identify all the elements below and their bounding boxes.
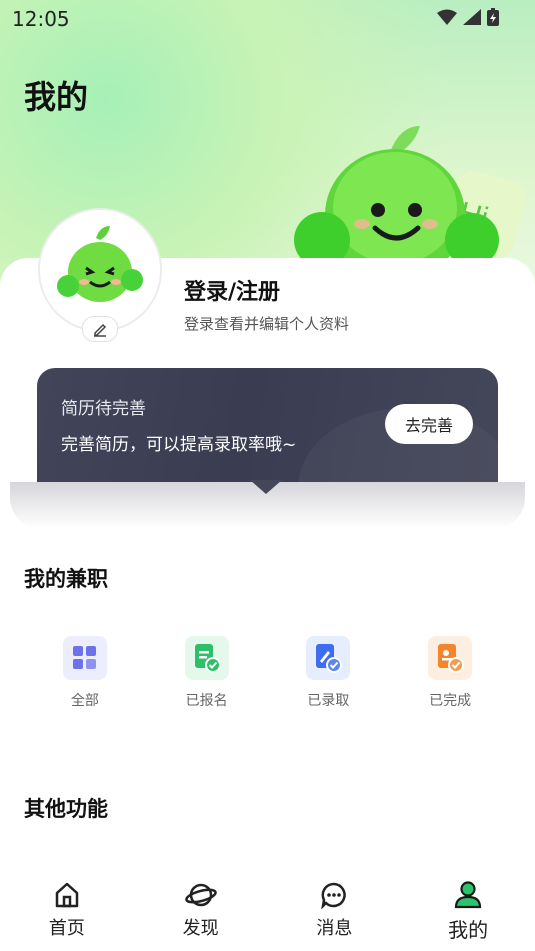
my-jobs-grid: 全部 已报名 已录取 已完成 (24, 636, 511, 716)
tab-home[interactable]: 首页 (0, 872, 134, 951)
page-title: 我的 (24, 78, 89, 116)
job-filter-applied[interactable]: 已报名 (146, 636, 268, 716)
tab-mine[interactable]: 我的 (401, 872, 535, 951)
tab-label: 我的 (448, 918, 489, 942)
my-jobs-title: 我的兼职 (24, 567, 108, 591)
avatar[interactable] (38, 208, 162, 332)
login-subtitle: 登录查看并编辑个人资料 (184, 315, 350, 333)
job-filter-label: 已报名 (185, 693, 228, 709)
doc-done-icon (428, 636, 473, 680)
mascot-illustration: Hi (294, 126, 526, 280)
tab-label: 消息 (316, 918, 353, 939)
battery-icon (487, 8, 499, 26)
doc-check-icon (184, 636, 229, 680)
wifi-icon (437, 9, 457, 25)
resume-card: 简历待完善 完善简历，可以提高录取率哦~ 去完善 (37, 368, 498, 482)
login-register-link[interactable]: 登录/注册 (184, 274, 280, 306)
job-filter-label: 全部 (70, 693, 99, 709)
tab-label: 首页 (48, 918, 85, 939)
edit-avatar-button[interactable] (82, 316, 118, 342)
status-icons (437, 8, 499, 26)
signal-icon (463, 9, 481, 25)
other-functions-title: 其他功能 (24, 797, 108, 821)
bottom-tab-bar: 首页 发现 消息 我的 (0, 872, 535, 951)
resume-card-description: 完善简历，可以提高录取率哦~ (61, 435, 297, 455)
grid-icon (62, 636, 107, 680)
status-bar: 12:05 (0, 0, 535, 36)
job-filter-all[interactable]: 全部 (24, 636, 146, 716)
status-time: 12:05 (12, 7, 70, 31)
doc-edit-icon (306, 636, 351, 680)
message-icon (320, 878, 348, 912)
avatar-mascot-icon (40, 210, 160, 330)
tab-label: 发现 (182, 918, 219, 939)
tab-discover[interactable]: 发现 (134, 872, 268, 951)
edit-icon (94, 323, 107, 337)
home-icon (53, 878, 81, 912)
resume-card-pointer (250, 480, 282, 494)
user-icon (453, 878, 483, 912)
tab-messages[interactable]: 消息 (268, 872, 402, 951)
resume-card-title: 简历待完善 (61, 399, 146, 419)
job-filter-completed[interactable]: 已完成 (389, 636, 511, 716)
complete-resume-button[interactable]: 去完善 (385, 404, 473, 444)
job-filter-label: 已完成 (429, 693, 472, 709)
job-filter-hired[interactable]: 已录取 (268, 636, 390, 716)
planet-icon (184, 878, 217, 912)
job-filter-label: 已录取 (307, 693, 350, 709)
